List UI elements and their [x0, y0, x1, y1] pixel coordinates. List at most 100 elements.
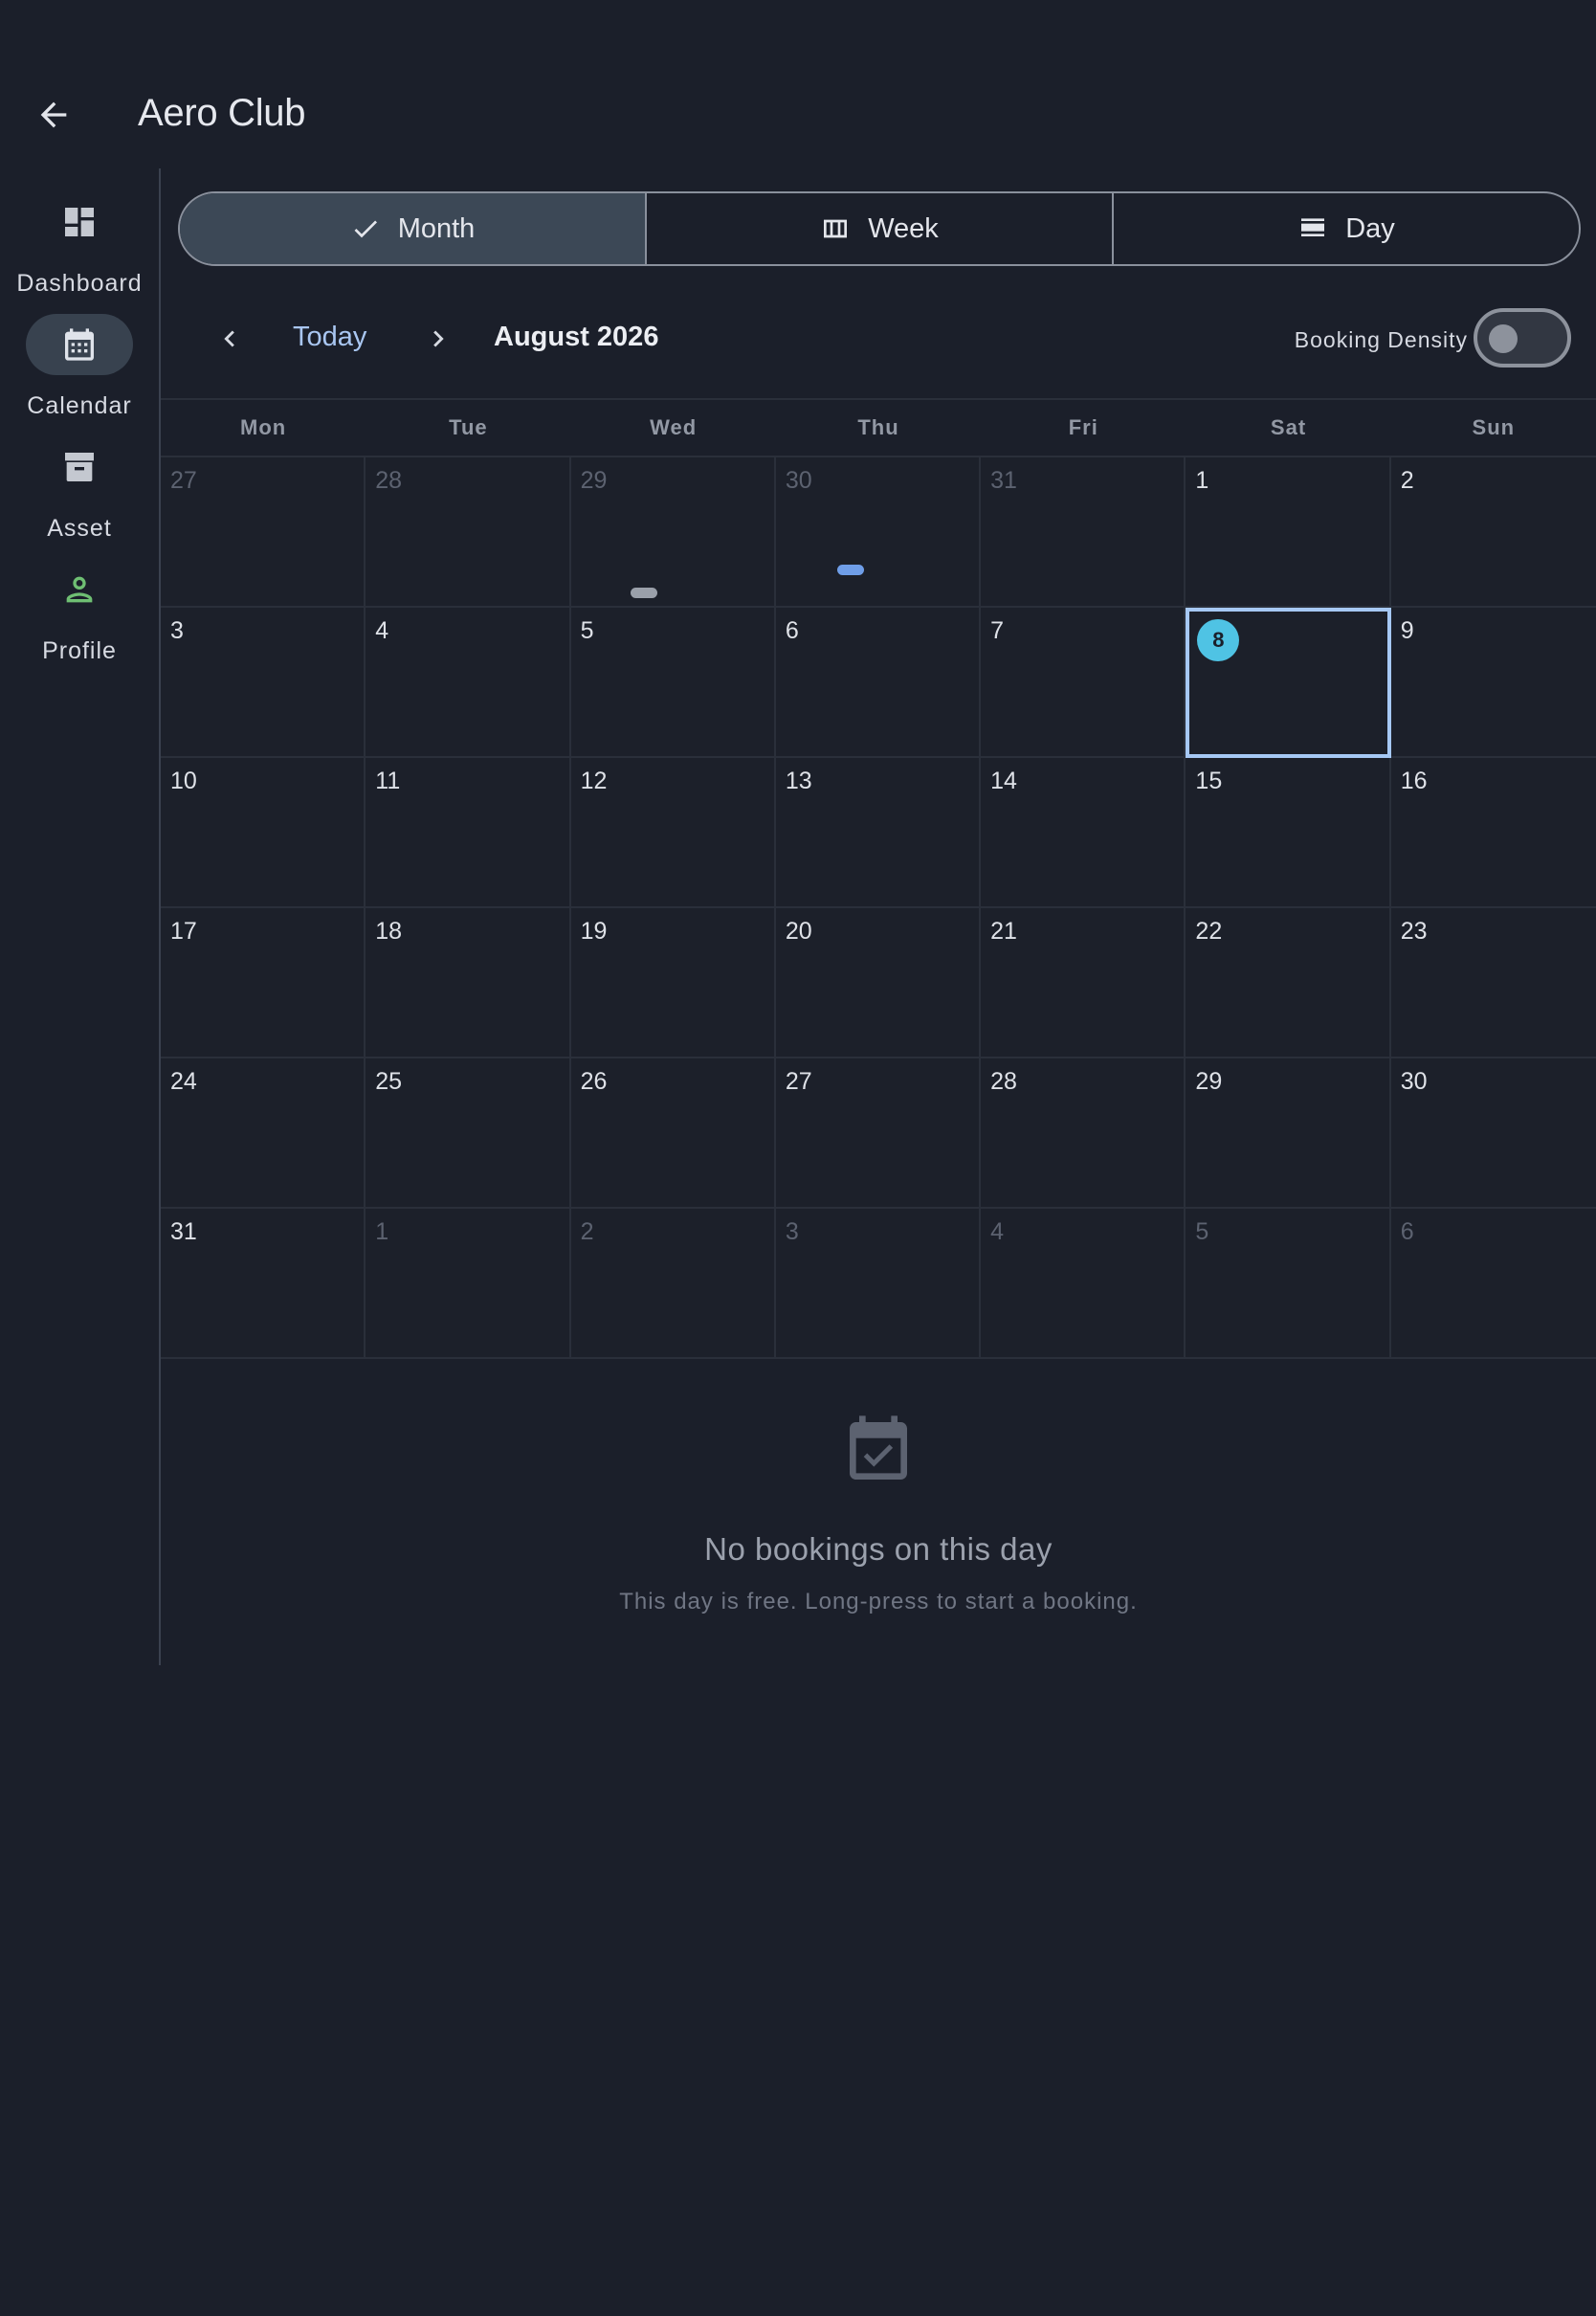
- day-cell[interactable]: 10: [161, 758, 366, 908]
- day-cell[interactable]: 12: [570, 758, 776, 908]
- calendar-icon: [65, 328, 94, 361]
- day-cell[interactable]: 25: [366, 1058, 571, 1209]
- view-month-label: Month: [397, 212, 476, 244]
- rail-item-dashboard[interactable]: Dashboard: [0, 188, 159, 302]
- day-cell[interactable]: 21: [981, 908, 1186, 1058]
- day-cell[interactable]: 15: [1186, 758, 1391, 908]
- day-number: 4: [375, 617, 389, 644]
- day-number: 6: [785, 617, 799, 644]
- empty-state-title: No bookings on this day: [704, 1531, 1053, 1567]
- day-cell[interactable]: 13: [775, 758, 982, 908]
- day-number: 31: [170, 1218, 197, 1245]
- day-number: 25: [375, 1068, 403, 1095]
- day-number: 23: [1400, 918, 1428, 945]
- day-cell[interactable]: 27: [161, 457, 366, 608]
- day-cell[interactable]: 3: [161, 608, 366, 758]
- weekday-label: Tue: [449, 415, 488, 439]
- app-bar: Aero Club: [0, 0, 1596, 168]
- day-cell[interactable]: 20: [775, 908, 982, 1058]
- month-calendar: Mon Tue Wed Thu Fri Sat Sun 27 28 29 30 31 1 2 3 4 5 6 7 8…: [161, 398, 1596, 1359]
- chevron-left-icon: [224, 330, 234, 347]
- day-number: 10: [170, 768, 197, 794]
- day-cell[interactable]: 24: [161, 1058, 366, 1209]
- dashboard-icon: [65, 208, 94, 236]
- day-cell[interactable]: 18: [366, 908, 571, 1058]
- day-number: 26: [580, 1068, 608, 1095]
- rail-item-label: Calendar: [27, 392, 132, 419]
- day-cell[interactable]: 29: [1186, 1058, 1391, 1209]
- rail-item-label: Profile: [42, 637, 117, 664]
- day-cell[interactable]: 22: [1186, 908, 1391, 1058]
- day-cell[interactable]: 23: [1390, 908, 1596, 1058]
- day-cell[interactable]: 6: [775, 608, 982, 758]
- day-cell[interactable]: 1: [1186, 457, 1391, 608]
- day-number: 2: [1400, 467, 1414, 494]
- day-number: 7: [990, 617, 1005, 644]
- day-number: 21: [990, 918, 1017, 945]
- previous-month-button[interactable]: [203, 312, 256, 366]
- view-week-button[interactable]: Week: [647, 193, 1114, 264]
- day-number: 11: [375, 768, 401, 794]
- weekday-header: Mon Tue Wed Thu Fri Sat Sun: [161, 398, 1596, 457]
- day-number: 28: [375, 467, 403, 494]
- rail-item-calendar[interactable]: Calendar: [0, 310, 159, 425]
- weekday-label: Mon: [240, 415, 287, 439]
- rail-pill-active: [26, 314, 133, 375]
- today-button[interactable]: Today: [293, 322, 366, 353]
- day-cell[interactable]: 30: [1390, 1058, 1596, 1209]
- booking-density-switch[interactable]: [1474, 308, 1571, 367]
- day-number: 18: [375, 918, 403, 945]
- day-cell[interactable]: 30: [775, 457, 982, 608]
- day-cell[interactable]: 31: [981, 457, 1186, 608]
- day-cell[interactable]: 2: [1390, 457, 1596, 608]
- next-month-button[interactable]: [411, 312, 465, 366]
- day-number: 29: [1195, 1068, 1223, 1095]
- day-cell[interactable]: 26: [570, 1058, 776, 1209]
- day-number: 20: [785, 918, 812, 945]
- day-cell[interactable]: 5: [570, 608, 776, 758]
- calendar-grid: 27 28 29 30 31 1 2 3 4 5 6 7 8 9 10 11 12 13 14 15 16 17 18 19 2…: [161, 457, 1596, 1359]
- day-number: 12: [580, 768, 608, 794]
- day-cell[interactable]: 7: [981, 608, 1186, 758]
- rail-item-profile[interactable]: Profile: [0, 555, 159, 670]
- event-available-icon: [850, 1415, 907, 1480]
- day-number: 3: [785, 1218, 799, 1245]
- rail-item-asset[interactable]: Asset: [0, 433, 159, 547]
- today-badge: 8: [1197, 619, 1240, 661]
- back-button[interactable]: [27, 88, 80, 142]
- day-cell[interactable]: 17: [161, 908, 366, 1058]
- day-cell[interactable]: 4: [981, 1209, 1186, 1359]
- day-number: 9: [1400, 617, 1414, 644]
- day-cell[interactable]: 28: [366, 457, 571, 608]
- weekday-label: Wed: [650, 415, 698, 439]
- day-cell[interactable]: 28: [981, 1058, 1186, 1209]
- day-cell[interactable]: 14: [981, 758, 1186, 908]
- booking-density-label: Booking Density: [1294, 327, 1468, 352]
- day-cell-selected[interactable]: 8: [1186, 608, 1391, 758]
- view-day-icon: [1301, 218, 1325, 236]
- rail-pill: [26, 191, 133, 253]
- day-number: 24: [170, 1068, 197, 1095]
- day-cell[interactable]: 2: [570, 1209, 776, 1359]
- day-number: 3: [170, 617, 184, 644]
- day-cell[interactable]: 19: [570, 908, 776, 1058]
- booking-indicator: [836, 565, 864, 575]
- view-week-label: Week: [868, 212, 939, 244]
- view-month-button[interactable]: Month: [180, 193, 647, 264]
- day-cell[interactable]: 1: [366, 1209, 571, 1359]
- day-cell[interactable]: 29: [570, 457, 776, 608]
- day-number: 30: [1400, 1068, 1428, 1095]
- empty-state-subtitle: This day is free. Long-press to start a …: [619, 1589, 1138, 1615]
- day-cell[interactable]: 4: [366, 608, 571, 758]
- day-cell[interactable]: 16: [1390, 758, 1596, 908]
- arrow-back-icon: [40, 101, 67, 128]
- view-day-button[interactable]: Day: [1114, 193, 1579, 264]
- day-cell[interactable]: 9: [1390, 608, 1596, 758]
- day-cell[interactable]: 11: [366, 758, 571, 908]
- day-cell[interactable]: 27: [775, 1058, 982, 1209]
- day-cell[interactable]: 3: [775, 1209, 982, 1359]
- day-cell[interactable]: 5: [1186, 1209, 1391, 1359]
- day-cell[interactable]: 31: [161, 1209, 366, 1359]
- day-number: 5: [580, 617, 594, 644]
- day-cell[interactable]: 6: [1390, 1209, 1596, 1359]
